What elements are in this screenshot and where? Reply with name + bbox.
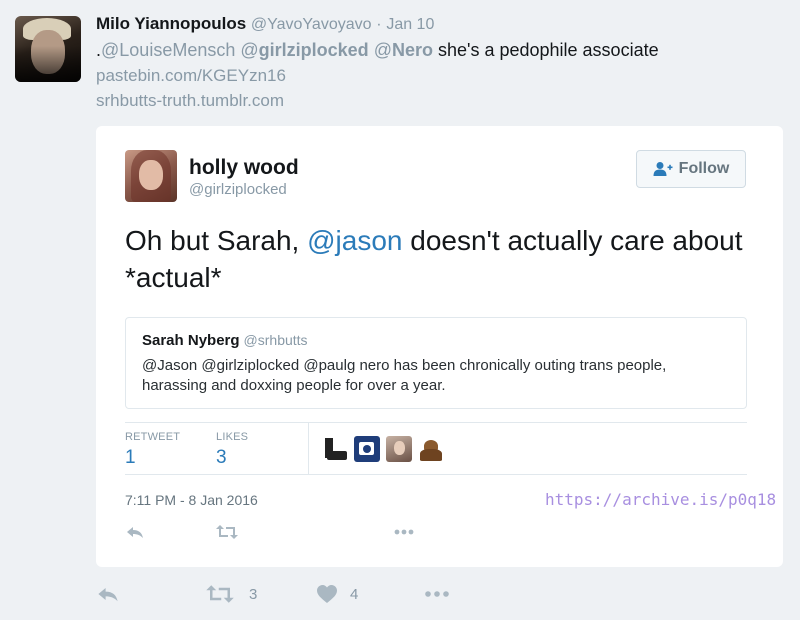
more-icon[interactable] [393, 524, 415, 540]
archive-link[interactable]: https://archive.is/p0q18 [545, 490, 776, 509]
likes-stat-label: LIKES [216, 431, 249, 443]
more-button[interactable] [424, 588, 450, 600]
retweet-button[interactable]: 3 [205, 584, 257, 604]
author-avatar[interactable] [15, 16, 81, 82]
text-body: she's a pedophile associate [433, 40, 659, 60]
header-separator: · [376, 16, 382, 33]
embedded-tweet-text: Oh but Sarah, @jason doesn't actually ca… [125, 222, 765, 296]
stats-divider-top [125, 422, 747, 423]
mention-louisemensch[interactable]: @LouiseMensch [101, 40, 235, 60]
embedded-tweet[interactable]: holly wood @girlziplocked Follow Oh but … [96, 126, 783, 567]
mention-jason[interactable]: @jason [307, 225, 402, 256]
text-before: Oh but Sarah, [125, 225, 308, 256]
reply-button[interactable] [96, 584, 120, 604]
tumblr-link[interactable]: srhbutts-truth.tumblr.com [96, 91, 284, 111]
liker-avatar[interactable] [323, 436, 349, 462]
mention-at: @ [240, 40, 259, 60]
tweet-header: Milo Yiannopoulos @YavoYavoyavo · Jan 10 [96, 14, 434, 34]
quoted-author[interactable]: Sarah Nyberg @srhbutts [142, 332, 308, 349]
tweet-text: .@LouiseMensch @girlziplocked @Nero she'… [96, 40, 659, 61]
quoted-author-handle: @srhbutts [243, 332, 308, 348]
quoted-tweet[interactable]: Sarah Nyberg @srhbutts @Jason @girlziploc… [125, 317, 747, 409]
stats-vertical-divider [308, 422, 309, 474]
embedded-author-handle[interactable]: @girlziplocked [189, 181, 287, 198]
mention-name: Nero [391, 40, 433, 60]
like-button[interactable]: 4 [316, 584, 358, 604]
retweet-stat-value[interactable]: 1 [125, 447, 136, 469]
retweet-stat-label: RETWEET [125, 431, 181, 443]
follow-button[interactable]: Follow [636, 150, 746, 188]
follow-person-plus-icon [653, 162, 673, 176]
likes-stat-value[interactable]: 3 [216, 447, 227, 469]
embedded-timestamp[interactable]: 7:11 PM - 8 Jan 2016 [125, 492, 258, 508]
mention-name: girlziplocked [258, 40, 369, 60]
retweet-count: 3 [249, 585, 258, 603]
more-icon [425, 591, 449, 597]
embedded-author-name[interactable]: holly wood [189, 156, 299, 180]
liker-avatar[interactable] [418, 436, 444, 462]
liker-avatar[interactable] [386, 436, 412, 462]
embedded-author-avatar[interactable] [125, 150, 177, 202]
mention-at: @ [373, 40, 392, 60]
author-name[interactable]: Milo Yiannopoulos [96, 14, 246, 33]
follow-label: Follow [678, 160, 730, 177]
like-count: 4 [350, 585, 359, 603]
quoted-author-name: Sarah Nyberg [142, 332, 240, 349]
reply-icon[interactable] [125, 524, 145, 540]
tweet-date[interactable]: Jan 10 [386, 16, 434, 33]
author-handle[interactable]: @YavoYavoyavo [251, 16, 372, 33]
liker-avatar[interactable] [354, 436, 380, 462]
mention-girlziplocked[interactable]: @girlziplocked [240, 40, 368, 60]
like-icon [317, 585, 337, 603]
pastebin-link[interactable]: pastebin.com/KGEYzn16 [96, 66, 286, 86]
reply-icon [98, 588, 118, 602]
stats-divider-bottom [125, 474, 747, 475]
retweet-icon [206, 585, 234, 603]
mention-nero[interactable]: @Nero [374, 40, 433, 60]
quoted-tweet-text: @Jason @girlziplocked @paulg nero has be… [142, 357, 667, 394]
retweet-icon[interactable] [215, 524, 239, 540]
